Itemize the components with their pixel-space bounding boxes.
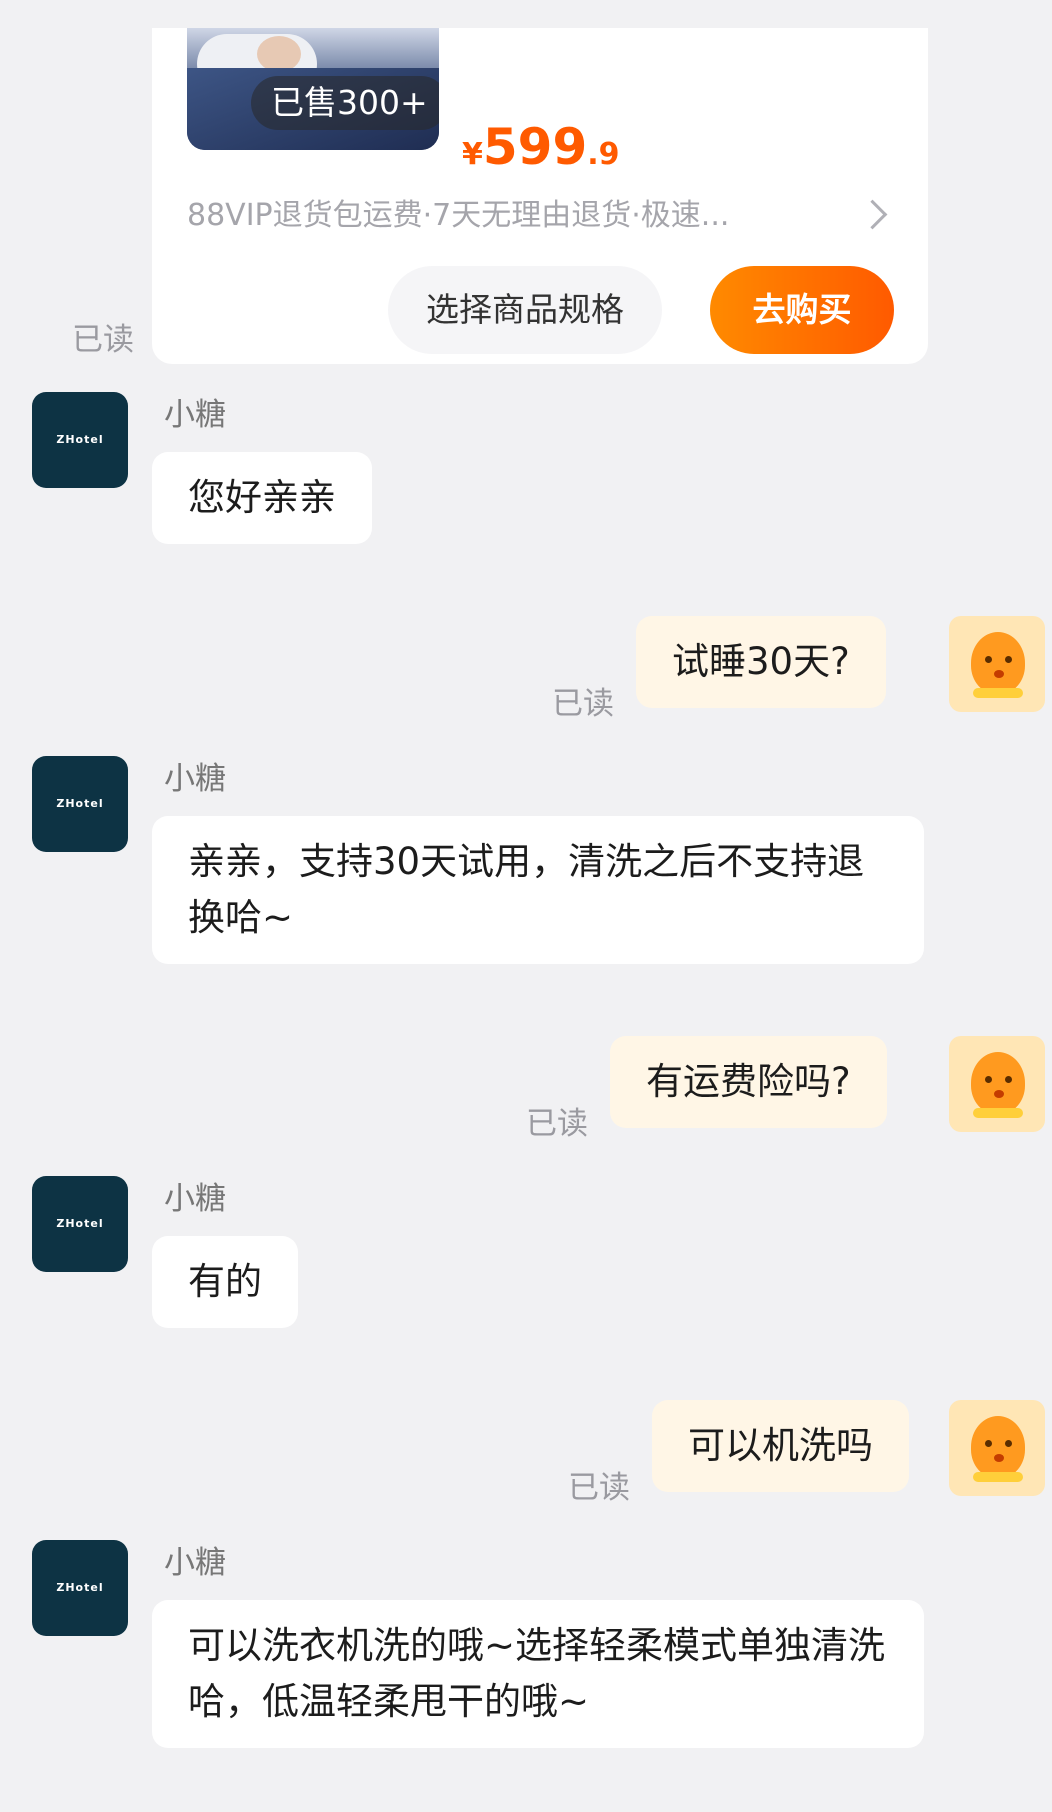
sender-name: 小糖 [164, 761, 226, 797]
price-decimal: .9 [587, 137, 620, 172]
message-bubble-me[interactable]: 有运费险吗? [610, 1036, 887, 1128]
mascot-eye [1005, 1440, 1012, 1447]
mascot-eye [985, 1076, 992, 1083]
user-avatar[interactable] [949, 616, 1045, 712]
mascot-eye [1005, 1076, 1012, 1083]
mascot-eye [1005, 656, 1012, 663]
sender-name: 小糖 [164, 397, 226, 433]
read-receipt: 已读 [72, 322, 134, 358]
mascot-scarf [973, 688, 1023, 698]
shop-avatar[interactable]: ZHotel [32, 392, 128, 488]
shop-avatar[interactable]: ZHotel [32, 1176, 128, 1272]
product-card[interactable]: 已售300+ ¥599.9 88VIP退货包运费·7天无理由退货·极速... 选… [152, 28, 928, 364]
mascot-eye [985, 656, 992, 663]
message-bubble-me[interactable]: 可以机洗吗 [652, 1400, 909, 1492]
sold-count-badge: 已售300+ [251, 76, 439, 130]
message-bubble-shop[interactable]: 有的 [152, 1236, 298, 1328]
mascot-scarf [973, 1108, 1023, 1118]
mascot-icon [971, 1416, 1025, 1478]
mascot-scarf [973, 1472, 1023, 1482]
product-price: ¥599.9 [462, 118, 620, 176]
thumb-person [257, 36, 301, 72]
chat-screen: 已售300+ ¥599.9 88VIP退货包运费·7天无理由退货·极速... 选… [0, 0, 1052, 1812]
message-bubble-me[interactable]: 试睡30天? [636, 616, 886, 708]
read-receipt: 已读 [568, 1470, 630, 1506]
select-spec-button[interactable]: 选择商品规格 [388, 266, 662, 354]
shop-avatar[interactable]: ZHotel [32, 756, 128, 852]
mascot-mouth [994, 1454, 1004, 1462]
mascot-eye [985, 1440, 992, 1447]
service-guarantees[interactable]: 88VIP退货包运费·7天无理由退货·极速... [187, 196, 867, 236]
mascot-mouth [994, 670, 1004, 678]
mascot-icon [971, 1052, 1025, 1114]
message-bubble-shop[interactable]: 您好亲亲 [152, 452, 372, 544]
mascot-icon [971, 632, 1025, 694]
user-avatar[interactable] [949, 1036, 1045, 1132]
mascot-mouth [994, 1090, 1004, 1098]
buy-button[interactable]: 去购买 [710, 266, 894, 354]
sender-name: 小糖 [164, 1545, 226, 1581]
product-image[interactable]: 已售300+ [187, 28, 439, 150]
sender-name: 小糖 [164, 1181, 226, 1217]
price-integer: 599 [482, 118, 588, 176]
price-currency: ¥ [462, 137, 483, 172]
message-bubble-shop[interactable]: 亲亲，支持30天试用，清洗之后不支持退换哈~ [152, 816, 924, 964]
read-receipt: 已读 [552, 686, 614, 722]
shop-avatar[interactable]: ZHotel [32, 1540, 128, 1636]
message-bubble-shop[interactable]: 可以洗衣机洗的哦~选择轻柔模式单独清洗哈，低温轻柔甩干的哦~ [152, 1600, 924, 1748]
read-receipt: 已读 [526, 1106, 588, 1142]
user-avatar[interactable] [949, 1400, 1045, 1496]
